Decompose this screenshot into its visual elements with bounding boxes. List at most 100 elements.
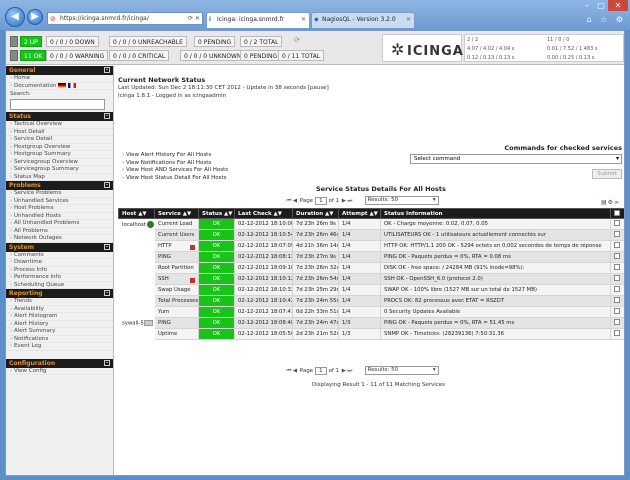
service-cell[interactable]: Current Load <box>154 218 199 230</box>
prev-page-icon[interactable]: ◀ <box>292 198 298 204</box>
export-icon[interactable]: ▤ <box>601 199 608 206</box>
close-tab-icon[interactable]: ✕ <box>406 13 411 27</box>
maximize-button[interactable]: □ <box>594 0 608 11</box>
collapse-icon[interactable]: – <box>104 67 110 73</box>
host-cell[interactable] <box>118 240 155 252</box>
hosts-pending[interactable]: 0 PENDING <box>194 36 236 47</box>
collapse-icon[interactable]: – <box>104 359 110 366</box>
nav-host-detail[interactable]: Host Detail <box>6 129 113 136</box>
nav-host-problems[interactable]: Host Problems <box>6 205 113 213</box>
nav-scheduling-queue[interactable]: Scheduling Queue <box>6 282 113 289</box>
row-checkbox[interactable] <box>614 286 620 292</box>
col-attempt[interactable]: Attempt ▲▼ <box>338 208 381 219</box>
row-checkbox[interactable] <box>614 242 620 248</box>
col-select-all[interactable] <box>610 208 624 219</box>
host-cell[interactable] <box>118 295 155 307</box>
service-cell[interactable]: Yum <box>154 306 199 318</box>
nav-performance-info[interactable]: Performance Info <box>6 274 113 282</box>
results-select[interactable]: Results: 50 ▾ <box>364 196 439 205</box>
row-select-cell[interactable] <box>610 229 624 241</box>
german-flag-icon[interactable] <box>58 82 67 88</box>
nav-alert-summary[interactable]: Alert Summary <box>6 328 113 336</box>
col-last-check[interactable]: Last Check ▲▼ <box>234 208 293 219</box>
row-select-cell[interactable] <box>610 295 624 307</box>
row-select-cell[interactable] <box>610 262 624 274</box>
row-select-cell[interactable] <box>610 240 624 252</box>
more-icon[interactable]: ∞ <box>614 199 620 206</box>
link-host-status-detail[interactable]: View Host Status Detail For All Hosts <box>122 175 228 183</box>
nav-tactical-overview[interactable]: Tactical Overview <box>6 121 113 129</box>
row-checkbox[interactable] <box>614 330 620 336</box>
service-cell[interactable]: SSH <box>154 273 199 285</box>
notifications-disabled-icon[interactable] <box>190 244 195 250</box>
nav-trends[interactable]: Trends <box>6 298 113 306</box>
back-button[interactable]: ◀ <box>5 7 25 27</box>
row-checkbox[interactable] <box>614 308 620 314</box>
host-cell[interactable] <box>118 229 155 241</box>
tab-icinga[interactable]: i Icinga: icinga.snmrd.fr ✕ <box>206 12 310 28</box>
host-os-icon[interactable] <box>146 220 154 228</box>
collapse-icon[interactable]: – <box>104 113 110 119</box>
collapse-icon[interactable]: – <box>104 290 110 296</box>
collapse-icon[interactable]: – <box>104 243 110 250</box>
row-checkbox[interactable] <box>614 231 620 237</box>
host-device-icon[interactable] <box>143 319 153 326</box>
results-select[interactable]: Results: 50 ▾ <box>364 366 439 375</box>
nav-servicegroup-summary[interactable]: Servicegroup Summary <box>6 166 113 174</box>
nav-unhandled-services[interactable]: Unhandled Services <box>6 198 113 205</box>
nav-hostgroup-overview[interactable]: Hostgroup Overview <box>6 144 113 151</box>
host-cell[interactable] <box>118 262 155 274</box>
nav-documentation[interactable]: Documentation <box>6 82 113 90</box>
address-bar[interactable]: ⊘ https://icinga.snmrd.fr/icinga/ ⟳ ✕ <box>47 12 203 25</box>
nav-downtime[interactable]: Downtime <box>6 259 113 267</box>
service-cell[interactable]: Root Partition <box>154 262 199 274</box>
link-alert-history[interactable]: View Alert History For All Hosts <box>122 152 228 160</box>
service-cell[interactable]: Uptime <box>154 328 199 340</box>
host-cell[interactable]: localhost <box>118 218 155 230</box>
nav-view-config[interactable]: View Config <box>6 368 113 375</box>
prev-page-icon[interactable]: ◀ <box>292 368 298 374</box>
nav-event-log[interactable]: Event Log <box>6 343 113 351</box>
page-input[interactable]: 1 <box>314 366 327 375</box>
nav-comments[interactable]: Comments <box>6 252 113 259</box>
row-select-cell[interactable] <box>610 218 624 230</box>
row-checkbox[interactable] <box>614 275 620 281</box>
services-total[interactable]: 0 / 11 TOTAL <box>278 50 325 61</box>
col-host[interactable]: Host ▲▼ <box>118 208 155 219</box>
hosts-up[interactable]: 2 UP <box>20 36 42 47</box>
host-cell[interactable] <box>118 273 155 285</box>
submit-button[interactable]: Submit <box>592 169 622 179</box>
hosts-total[interactable]: 0 / 2 TOTAL <box>240 36 283 47</box>
forward-button[interactable]: ▶ <box>27 9 43 25</box>
nav-service-problems[interactable]: Service Problems <box>6 190 113 198</box>
row-checkbox[interactable] <box>614 220 620 226</box>
nav-home[interactable]: Home <box>6 75 113 83</box>
browser-tools-icons[interactable]: ⌂ ☆ ⚙ <box>586 15 626 24</box>
last-page-icon[interactable]: ⏭ <box>347 368 353 375</box>
command-select[interactable]: Select command ▾ <box>410 154 622 164</box>
row-checkbox[interactable] <box>614 253 620 259</box>
page-input[interactable]: 1 <box>314 196 327 205</box>
services-unknown[interactable]: 0 / 0 / 0 UNKNOWN <box>180 50 246 61</box>
host-cell[interactable] <box>118 328 155 340</box>
nav-hostgroup-summary[interactable]: Hostgroup Summary <box>6 151 113 159</box>
tab-nagiosql[interactable]: ◆ NagiosQL - Version 3.2.0 ✕ <box>311 12 415 28</box>
service-cell[interactable]: Swap Usage <box>154 284 199 296</box>
col-duration[interactable]: Duration ▲▼ <box>292 208 339 219</box>
nav-status-map[interactable]: Status Map <box>6 174 113 181</box>
row-select-cell[interactable] <box>610 273 624 285</box>
col-service[interactable]: Service ▲▼ <box>154 208 199 219</box>
nav-servicegroup-overview[interactable]: Servicegroup Overview <box>6 159 113 166</box>
host-cell[interactable]: sywall-5 <box>118 317 155 329</box>
collapse-icon[interactable]: – <box>104 182 110 188</box>
service-cell[interactable]: PING <box>154 317 199 329</box>
row-select-cell[interactable] <box>610 251 624 263</box>
english-flag-icon[interactable] <box>68 82 77 88</box>
nav-all-problems[interactable]: All Problems <box>6 228 113 235</box>
service-cell[interactable]: Total Processes <box>154 295 199 307</box>
row-select-cell[interactable] <box>610 328 624 340</box>
link-host-and-services[interactable]: View Host AND Services For All Hosts <box>122 167 228 175</box>
select-all-checkbox[interactable] <box>614 209 620 216</box>
services-pending[interactable]: 0 PENDING <box>240 50 282 61</box>
row-select-cell[interactable] <box>610 317 624 329</box>
